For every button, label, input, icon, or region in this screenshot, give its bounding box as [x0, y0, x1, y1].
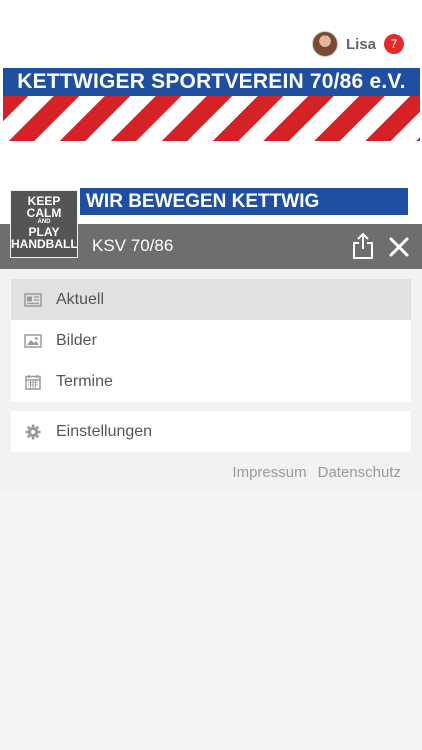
club-logo: KEEP CALM AND PLAY HANDBALL [10, 190, 78, 258]
user-avatar[interactable] [311, 31, 338, 57]
menu-item-label: Termine [56, 372, 113, 390]
share-icon [353, 232, 373, 259]
notification-badge[interactable]: 7 [384, 34, 404, 54]
user-name[interactable]: Lisa [346, 36, 376, 53]
user-menu[interactable]: Lisa 7 [311, 30, 404, 58]
menu-item-label: Einstellungen [56, 422, 153, 440]
close-button[interactable] [386, 234, 412, 260]
content-area [0, 492, 422, 750]
logo-text-calm: CALM [26, 206, 62, 220]
menu-item-label: Bilder [56, 331, 97, 349]
menu-item-einstellungen[interactable]: Einstellungen [11, 411, 411, 452]
share-button[interactable] [351, 232, 375, 260]
page-header: KEEP CALM AND PLAY HANDBALL KSV 70/86 [0, 190, 422, 269]
red-white-stripes [3, 96, 420, 141]
gear-icon [24, 424, 42, 440]
menu-item-label: Aktuell [56, 290, 105, 308]
close-icon [389, 237, 409, 257]
slogan-banner: WIR BEWEGEN KETTWIG [80, 188, 408, 215]
datenschutz-link[interactable]: Datenschutz [318, 464, 401, 481]
image-icon [24, 333, 42, 349]
footer-links: Impressum Datenschutz [221, 464, 401, 481]
calendar-icon [24, 374, 42, 390]
main-menu: Aktuell Bilder Termine [11, 279, 411, 402]
top-bar: Lisa 7 [0, 0, 422, 66]
menu-item-bilder[interactable]: Bilder [11, 320, 411, 361]
impressum-link[interactable]: Impressum [232, 464, 306, 481]
settings-menu: Einstellungen [11, 411, 411, 452]
newspaper-icon [24, 292, 42, 308]
menu-item-termine[interactable]: Termine [11, 361, 411, 402]
logo-text-handball: HANDBALL [11, 237, 78, 251]
menu-item-aktuell[interactable]: Aktuell [11, 279, 411, 320]
page-title: KSV 70/86 [92, 236, 174, 255]
club-name-banner: KETTWIGER SPORTVEREIN 70/86 e.V. [3, 68, 420, 96]
